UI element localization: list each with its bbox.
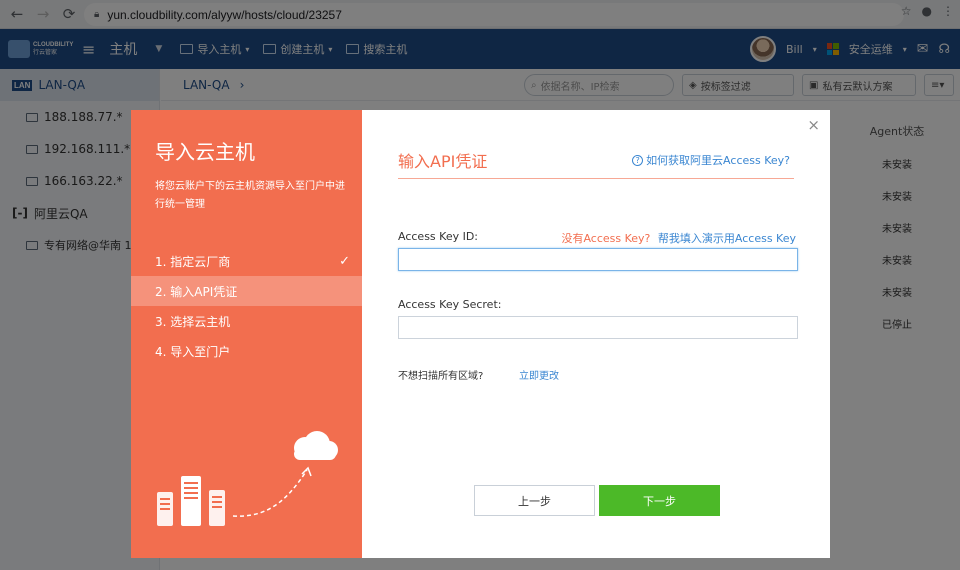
previous-step-button[interactable]: 上一步 xyxy=(474,485,595,516)
import-cloud-host-dialog: 导入云主机 将您云账户下的云主机资源导入至门户中进行统一管理 1. 指定云厂商 … xyxy=(131,110,830,558)
wizard-step-1: 1. 指定云厂商 ✓ xyxy=(131,246,362,276)
wizard-steps-panel: 导入云主机 将您云账户下的云主机资源导入至门户中进行统一管理 1. 指定云厂商 … xyxy=(131,110,362,558)
wizard-step-3: 3. 选择云主机 xyxy=(131,306,362,336)
access-key-id-input[interactable] xyxy=(398,248,798,271)
question-icon: ? xyxy=(632,154,644,166)
title-divider xyxy=(398,178,794,179)
next-step-button[interactable]: 下一步 xyxy=(599,485,720,516)
check-icon: ✓ xyxy=(339,253,350,269)
fill-demo-key-link[interactable]: 帮我填入演示用Access Key xyxy=(658,232,796,245)
access-key-secret-input[interactable] xyxy=(398,316,798,339)
step-label: 2. 输入API凭证 xyxy=(155,284,238,299)
step-label: 3. 选择云主机 xyxy=(155,314,231,329)
wizard-description: 将您云账户下的云主机资源导入至门户中进行统一管理 xyxy=(155,181,345,210)
wizard-title: 导入云主机 xyxy=(155,140,255,164)
form-title: 输入API凭证 xyxy=(398,152,488,171)
access-key-secret-label: Access Key Secret: xyxy=(398,298,502,311)
close-icon[interactable]: × xyxy=(807,116,820,134)
wizard-step-4: 4. 导入至门户 xyxy=(131,336,362,366)
step-label: 4. 导入至门户 xyxy=(155,344,231,359)
server-cloud-illustration-icon xyxy=(157,431,338,526)
help-link[interactable]: ? 如何获取阿里云Access Key? xyxy=(632,152,790,168)
region-question: 不想扫描所有区域? xyxy=(398,371,484,382)
change-region-link[interactable]: 立即更改 xyxy=(519,367,559,382)
help-link-label: 如何获取阿里云Access Key? xyxy=(646,154,790,167)
credentials-form: × 输入API凭证 ? 如何获取阿里云Access Key? Access Ke… xyxy=(362,110,830,558)
wizard-step-2: 2. 输入API凭证 xyxy=(131,276,362,306)
step-label: 1. 指定云厂商 xyxy=(155,254,231,269)
no-access-key-link[interactable]: 没有Access Key? xyxy=(561,232,650,245)
access-key-id-label: Access Key ID: xyxy=(398,230,479,243)
